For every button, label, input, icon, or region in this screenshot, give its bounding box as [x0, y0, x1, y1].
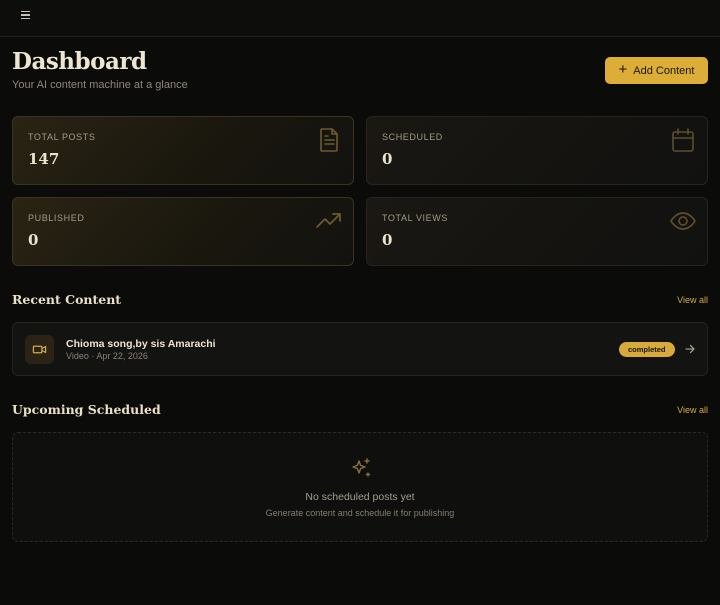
content-meta: Video · Apr 22, 2026 [66, 351, 148, 361]
stat-card-scheduled: SCHEDULED 0 [366, 116, 708, 185]
add-content-label: Add Content [633, 64, 695, 77]
stat-value: 147 [28, 150, 60, 168]
stat-value: 0 [28, 231, 39, 249]
content-title: Chioma song,by sis Amarachi [66, 338, 216, 350]
stat-label: TOTAL VIEWS [382, 213, 448, 223]
stat-card-published: PUBLISHED 0 [12, 197, 354, 266]
sparkles-icon [352, 458, 371, 477]
recent-content-title: Recent Content [12, 292, 122, 307]
upcoming-view-all-link[interactable]: View all [677, 405, 708, 415]
empty-state-subtitle: Generate content and schedule it for pub… [265, 508, 455, 518]
empty-state-title: No scheduled posts yet [305, 491, 415, 503]
video-camera-icon [32, 345, 47, 354]
hamburger-menu-icon[interactable] [17, 8, 33, 22]
recent-view-all-link[interactable]: View all [677, 295, 708, 305]
stat-label: TOTAL POSTS [28, 132, 96, 142]
stat-card-total-posts: TOTAL POSTS 147 [12, 116, 354, 185]
empty-state: No scheduled posts yet Generate content … [12, 432, 708, 542]
list-item[interactable]: Chioma song,by sis Amarachi Video · Apr … [12, 322, 708, 376]
status-badge: completed [619, 342, 675, 357]
stat-value: 0 [382, 231, 393, 249]
stat-card-total-views: TOTAL VIEWS 0 [366, 197, 708, 266]
plus-icon: + [618, 61, 628, 78]
page-subtitle: Your AI content machine at a glance [12, 79, 188, 91]
arrow-right-icon[interactable] [684, 343, 696, 355]
top-bar [0, 0, 720, 37]
document-icon [320, 128, 338, 152]
content-thumbnail [25, 335, 54, 364]
page-title: Dashboard [12, 48, 147, 75]
stat-value: 0 [382, 150, 393, 168]
upcoming-scheduled-title: Upcoming Scheduled [12, 402, 161, 417]
eye-icon [670, 212, 696, 230]
stat-label: PUBLISHED [28, 213, 85, 223]
calendar-icon [672, 128, 694, 152]
trending-up-icon [316, 213, 341, 228]
add-content-button[interactable]: + Add Content [605, 57, 708, 84]
stat-label: SCHEDULED [382, 132, 443, 142]
